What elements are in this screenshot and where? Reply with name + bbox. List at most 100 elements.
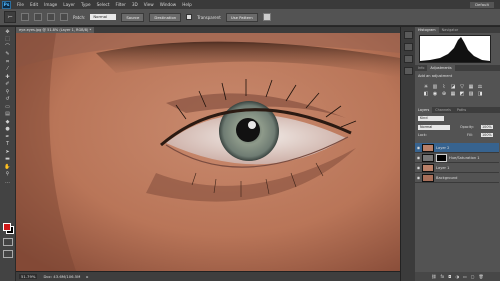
menu-type[interactable]: Type xyxy=(81,2,91,7)
tab-navigator[interactable]: Navigator xyxy=(439,27,462,33)
exposure-icon[interactable]: ◪ xyxy=(450,85,456,90)
new-selection-icon[interactable] xyxy=(21,13,29,21)
status-arrow-icon[interactable]: ▸ xyxy=(86,274,88,279)
layer-row[interactable]: ◉ Background xyxy=(415,173,499,183)
source-button[interactable]: Source xyxy=(121,12,145,22)
actions-panel-icon[interactable] xyxy=(403,43,413,51)
blur-tool-icon[interactable]: ◆ xyxy=(3,119,12,125)
more-tools-icon[interactable]: … xyxy=(3,179,12,185)
visibility-eye-icon[interactable]: ◉ xyxy=(415,145,422,150)
posterize-icon[interactable]: ▨ xyxy=(468,92,474,97)
layer-thumbnail xyxy=(422,143,434,152)
color-balance-icon[interactable]: ⚖ xyxy=(477,85,483,90)
menu-view[interactable]: View xyxy=(144,2,154,7)
properties-panel-icon[interactable] xyxy=(403,55,413,63)
visibility-eye-icon[interactable]: ◉ xyxy=(415,155,422,160)
levels-icon[interactable]: ▥ xyxy=(432,85,438,90)
tab-histogram[interactable]: Histogram xyxy=(415,27,439,33)
opacity-field[interactable]: 100% xyxy=(481,125,493,129)
curves-icon[interactable]: ⌇ xyxy=(441,85,447,90)
tab-paths[interactable]: Paths xyxy=(454,107,469,113)
adjustments-title: Add an adjustment xyxy=(418,74,453,78)
add-selection-icon[interactable] xyxy=(34,13,42,21)
menu-file[interactable]: File xyxy=(17,2,24,7)
color-lookup-icon[interactable]: ▦ xyxy=(450,92,456,97)
tab-adjustments[interactable]: Adjustments xyxy=(427,65,455,71)
fill-field[interactable]: 100% xyxy=(481,133,493,137)
tab-channels[interactable]: Channels xyxy=(432,107,454,113)
layer-thumbnail xyxy=(422,163,434,172)
new-layer-icon[interactable]: ▢ xyxy=(471,274,475,279)
histogram-panel-tabs: Histogram Navigator xyxy=(415,27,500,33)
menu-help[interactable]: Help xyxy=(182,2,192,7)
workspace-select[interactable]: Default xyxy=(470,1,494,8)
path-select-tool-icon[interactable]: ➤ xyxy=(3,149,12,155)
gradient-tool-icon[interactable]: ▤ xyxy=(3,111,12,117)
history-panel-icon[interactable] xyxy=(403,31,413,39)
pen-tool-icon[interactable]: ✒ xyxy=(3,134,12,140)
tab-info[interactable]: Info xyxy=(415,65,427,71)
add-mask-icon[interactable]: ◘ xyxy=(448,274,451,279)
tab-layers[interactable]: Layers xyxy=(415,107,433,113)
hand-tool-icon[interactable]: ✋ xyxy=(3,164,12,170)
link-layers-icon[interactable]: ⛓ xyxy=(431,274,436,279)
menu-3d[interactable]: 3D xyxy=(132,2,138,7)
subtract-selection-icon[interactable] xyxy=(47,13,55,21)
layer-row[interactable]: ◉ Layer 2 xyxy=(415,143,499,153)
patch-tool-icon[interactable]: ⤚ xyxy=(4,11,16,23)
marquee-tool-icon[interactable]: ⬚ xyxy=(3,36,12,42)
intersect-selection-icon[interactable] xyxy=(60,13,68,21)
channel-mixer-icon[interactable]: ⊕ xyxy=(441,92,447,97)
invert-icon[interactable]: ◩ xyxy=(459,92,465,97)
photo-filter-icon[interactable]: ◉ xyxy=(432,92,438,97)
lasso-tool-icon[interactable]: ⌒ xyxy=(3,44,12,50)
menu-edit[interactable]: Edit xyxy=(30,2,38,7)
new-group-icon[interactable]: ▭ xyxy=(463,274,467,279)
layer-row[interactable]: ◉ Hue/Saturation 1 xyxy=(415,153,499,163)
layer-row[interactable]: ◉ Layer 1 xyxy=(415,163,499,173)
quick-select-tool-icon[interactable]: ✎ xyxy=(3,51,12,57)
delete-layer-icon[interactable]: 🗑 xyxy=(479,274,484,279)
menu-filter[interactable]: Filter xyxy=(115,2,125,7)
zoom-tool-icon[interactable]: ⚲ xyxy=(3,171,12,177)
screen-mode-icon[interactable] xyxy=(3,250,13,258)
layer-name: Layer 1 xyxy=(436,165,450,170)
transparent-checkbox[interactable] xyxy=(186,14,193,20)
visibility-eye-icon[interactable]: ◉ xyxy=(415,165,422,170)
black-white-icon[interactable]: ◧ xyxy=(423,92,429,97)
hue-saturation-icon[interactable]: ▦ xyxy=(468,85,474,90)
foreground-color-swatch[interactable] xyxy=(3,223,11,231)
use-pattern-button[interactable]: Use Pattern xyxy=(225,12,258,22)
vibrance-icon[interactable]: ▽ xyxy=(459,85,465,90)
dodge-tool-icon[interactable]: ● xyxy=(3,126,12,132)
eyedropper-tool-icon[interactable]: ⁄ xyxy=(3,66,12,72)
quick-mask-icon[interactable] xyxy=(3,238,13,246)
patch-mode-select[interactable]: Normal xyxy=(90,14,117,20)
layer-style-icon[interactable]: fx xyxy=(440,274,444,279)
destination-button[interactable]: Destination xyxy=(149,12,182,22)
menu-image[interactable]: Image xyxy=(44,2,57,7)
pattern-picker-icon[interactable] xyxy=(262,13,271,21)
menu-select[interactable]: Select xyxy=(97,2,110,7)
clone-stamp-tool-icon[interactable]: ⚲ xyxy=(3,89,12,95)
history-brush-tool-icon[interactable]: ↺ xyxy=(3,96,12,102)
shape-tool-icon[interactable]: ▬ xyxy=(3,156,12,162)
healing-tool-icon[interactable]: ✚ xyxy=(3,74,12,80)
adjustments-panel-tabs: Info Adjustments xyxy=(415,65,500,71)
threshold-icon[interactable]: ◨ xyxy=(477,92,483,97)
brush-tool-icon[interactable]: ✐ xyxy=(3,81,12,87)
blend-mode-select[interactable]: Normal xyxy=(418,125,450,130)
menu-layer[interactable]: Layer xyxy=(63,2,75,7)
brightness-icon[interactable]: ☀ xyxy=(423,85,429,90)
crop-tool-icon[interactable]: ⌗ xyxy=(3,59,12,65)
zoom-level[interactable]: 51.79% xyxy=(19,274,38,279)
move-tool-icon[interactable]: ✥ xyxy=(3,29,12,35)
canvas[interactable] xyxy=(16,33,400,271)
type-tool-icon[interactable]: T xyxy=(3,141,12,147)
layer-kind-filter[interactable]: Kind xyxy=(418,116,444,121)
eraser-tool-icon[interactable]: ▭ xyxy=(3,104,12,110)
menu-window[interactable]: Window xyxy=(160,2,177,7)
new-adjustment-icon[interactable]: ◑ xyxy=(455,274,459,279)
brush-panel-icon[interactable] xyxy=(403,67,413,75)
visibility-eye-icon[interactable]: ◉ xyxy=(415,175,422,180)
